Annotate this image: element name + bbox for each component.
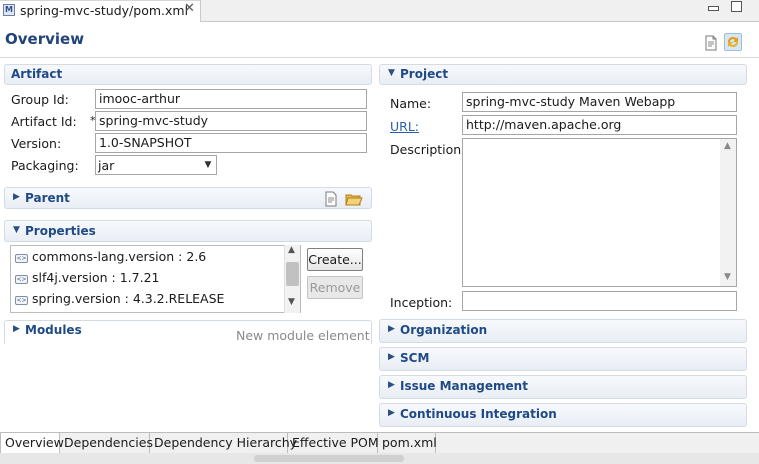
- continuous-integration-section-header[interactable]: ▶ Continuous Integration: [379, 403, 747, 427]
- properties-section-title: Properties: [25, 224, 96, 238]
- property-text: commons-lang.version : 2.6: [32, 249, 207, 264]
- minimize-icon[interactable]: [708, 6, 719, 11]
- new-module-hint[interactable]: New module element: [236, 328, 370, 343]
- remove-property-button[interactable]: Remove: [307, 276, 363, 299]
- collapse-arrow-icon[interactable]: ▼: [13, 225, 20, 235]
- horizontal-scrollbar[interactable]: [0, 453, 759, 464]
- property-icon: <>: [15, 275, 28, 284]
- inception-label: Inception:: [390, 295, 453, 310]
- packaging-value: jar: [98, 158, 115, 173]
- artifact-section-title: Artifact: [11, 67, 63, 81]
- properties-list[interactable]: <> commons-lang.version : 2.6 <> slf4j.ver…: [10, 245, 301, 313]
- expand-arrow-icon[interactable]: ▶: [13, 324, 20, 334]
- description-textarea[interactable]: [462, 138, 737, 287]
- artifact-section-header: Artifact: [4, 64, 372, 85]
- property-icon: <>: [15, 296, 28, 305]
- scrollbar-thumb[interactable]: [286, 262, 299, 286]
- tab-overview[interactable]: Overview: [0, 432, 64, 453]
- header-divider: [0, 57, 759, 58]
- list-item[interactable]: <> slf4j.version : 1.7.21: [15, 270, 159, 290]
- expand-arrow-icon[interactable]: ▶: [388, 352, 395, 362]
- property-text: slf4j.version : 1.7.21: [32, 270, 160, 285]
- issue-management-section-title: Issue Management: [400, 379, 528, 393]
- close-icon[interactable]: ✕: [184, 1, 195, 16]
- continuous-integration-section-title: Continuous Integration: [400, 407, 557, 421]
- description-scrollbar[interactable]: ▲ ▼: [720, 139, 736, 286]
- select-parent-icon[interactable]: [323, 191, 339, 207]
- expand-arrow-icon[interactable]: ▶: [13, 192, 20, 202]
- property-text: spring.version : 4.3.2.RELEASE: [32, 291, 225, 306]
- parent-section-header[interactable]: ▶ Parent: [4, 187, 372, 209]
- description-label: Description:: [390, 142, 466, 157]
- properties-scrollbar[interactable]: ▲ ▼: [284, 245, 300, 313]
- group-id-label: Group Id:: [11, 92, 69, 107]
- page-title: Overview: [5, 30, 85, 48]
- url-link[interactable]: URL:: [390, 119, 419, 134]
- project-section-header[interactable]: ▼ Project: [379, 64, 747, 85]
- scroll-up-icon[interactable]: ▲: [724, 141, 731, 151]
- scm-section-header[interactable]: ▶ SCM: [379, 347, 747, 371]
- scrollbar-thumb[interactable]: [254, 455, 404, 462]
- list-item[interactable]: <> spring.version : 4.3.2.RELEASE: [15, 291, 224, 311]
- list-item[interactable]: <> commons-lang.version : 2.6: [15, 249, 206, 269]
- tab-pom-xml[interactable]: pom.xml: [378, 433, 437, 453]
- refresh-icon[interactable]: [724, 33, 742, 51]
- group-id-field[interactable]: imooc-arthur: [95, 89, 367, 109]
- packaging-select[interactable]: jar ▼: [95, 155, 217, 175]
- artifact-id-field[interactable]: spring-mvc-study: [95, 111, 367, 131]
- scroll-up-icon[interactable]: ▲: [288, 245, 295, 255]
- organization-section-header[interactable]: ▶ Organization: [379, 319, 747, 343]
- open-folder-icon[interactable]: [345, 191, 363, 207]
- scroll-down-icon[interactable]: ▼: [724, 272, 731, 282]
- issue-management-section-header[interactable]: ▶ Issue Management: [379, 375, 747, 399]
- scroll-down-icon[interactable]: ▼: [288, 297, 295, 307]
- artifact-id-label: Artifact Id:: [11, 114, 77, 129]
- property-icon: <>: [15, 254, 28, 263]
- create-property-button[interactable]: Create...: [307, 248, 363, 271]
- tab-dependencies[interactable]: Dependencies: [60, 433, 153, 453]
- inception-field[interactable]: [462, 291, 737, 311]
- tab-effective-pom[interactable]: Effective POM: [288, 433, 379, 453]
- project-url-field[interactable]: http://maven.apache.org: [462, 115, 737, 135]
- properties-section-header[interactable]: ▼ Properties: [4, 220, 372, 242]
- name-label: Name:: [390, 96, 432, 111]
- chevron-down-icon: ▼: [204, 160, 212, 170]
- maven-pom-icon: M: [3, 4, 15, 16]
- expand-arrow-icon[interactable]: ▶: [388, 380, 395, 390]
- collapse-arrow-icon[interactable]: ▼: [388, 68, 395, 78]
- organization-section-title: Organization: [400, 323, 488, 337]
- tab-dependency-hierarchy[interactable]: Dependency Hierarchy: [150, 433, 297, 453]
- expand-arrow-icon[interactable]: ▶: [388, 408, 395, 418]
- scm-section-title: SCM: [400, 351, 430, 365]
- parent-section-title: Parent: [25, 191, 70, 205]
- editor-page-tabs: Overview Dependencies Dependency Hierarc…: [0, 432, 759, 453]
- editor-tab-title[interactable]: spring-mvc-study/pom.xml: [20, 3, 188, 18]
- version-field[interactable]: 1.0-SNAPSHOT: [95, 133, 367, 153]
- project-section-title: Project: [400, 67, 449, 81]
- maximize-icon[interactable]: [731, 1, 742, 12]
- show-effective-pom-icon[interactable]: [702, 34, 720, 52]
- project-name-field[interactable]: spring-mvc-study Maven Webapp: [462, 92, 737, 112]
- modules-section-title: Modules: [25, 323, 82, 337]
- packaging-label: Packaging:: [11, 158, 79, 173]
- expand-arrow-icon[interactable]: ▶: [388, 324, 395, 334]
- version-label: Version:: [11, 136, 62, 151]
